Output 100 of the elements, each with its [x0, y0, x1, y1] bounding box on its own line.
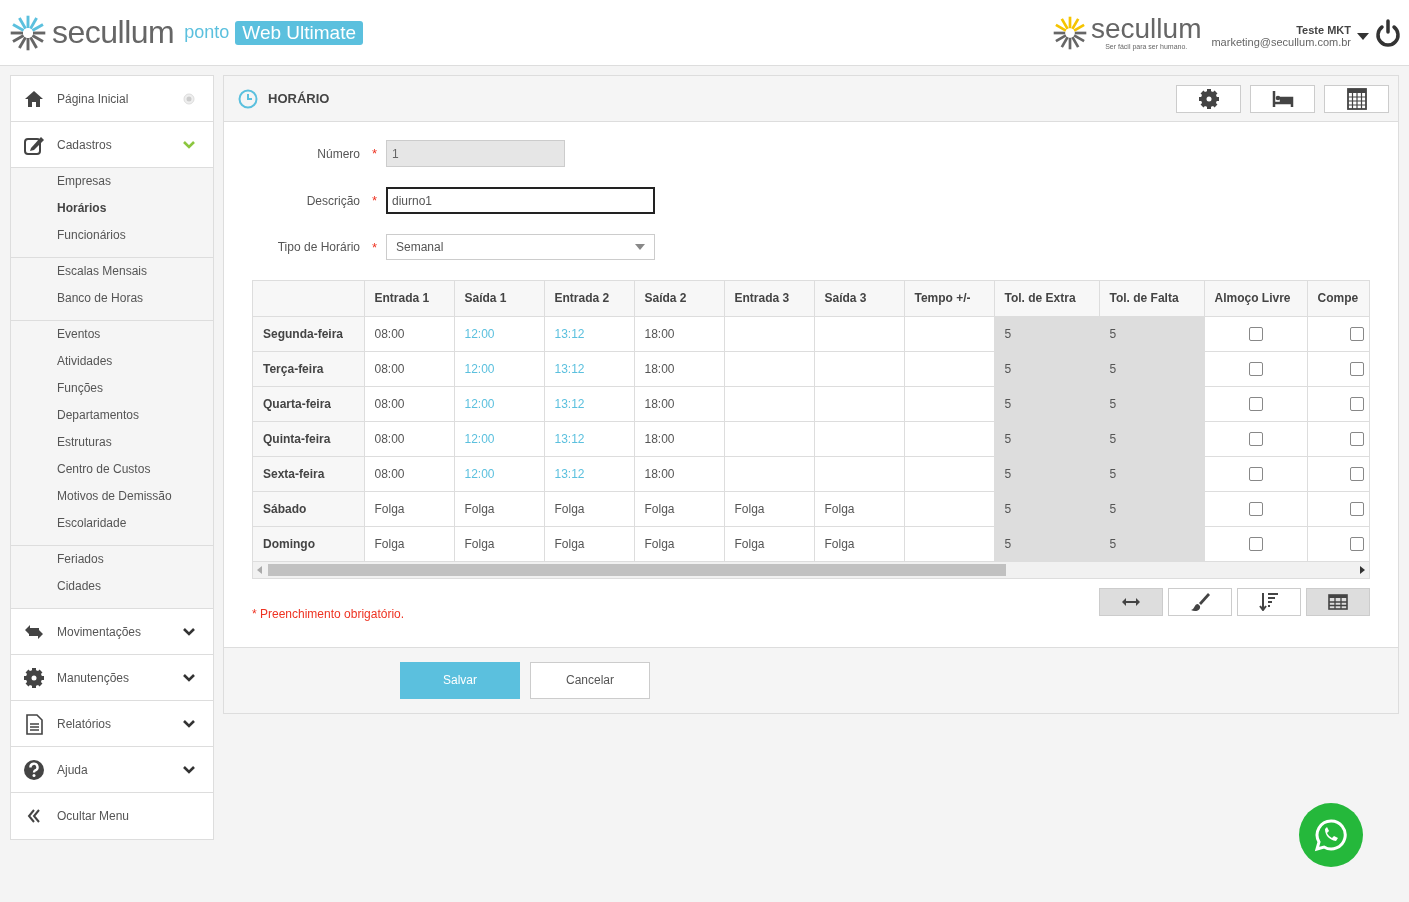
table-cell[interactable]: 08:00	[374, 326, 405, 341]
submenu-item[interactable]: Feriados	[11, 550, 213, 577]
table-cell[interactable]: Folga	[734, 536, 765, 551]
menu-item[interactable]: Relatórios	[11, 701, 213, 747]
checkbox[interactable]	[1248, 326, 1263, 341]
submenu-item[interactable]: Cidades	[11, 577, 213, 604]
checkbox[interactable]	[1349, 396, 1364, 411]
readonly-cell: 5	[1099, 421, 1204, 456]
product-name: ponto	[184, 22, 230, 43]
table-cell[interactable]: Folga	[374, 501, 405, 516]
column-header: Entrada 1	[364, 281, 454, 316]
table-cell[interactable]: 08:00	[374, 466, 405, 481]
column-header: Entrada 3	[724, 281, 814, 316]
menu-item[interactable]: Ajuda	[11, 747, 213, 793]
select-field[interactable]: Semanal	[386, 234, 655, 260]
logo-icon	[10, 14, 46, 51]
power-icon[interactable]	[1375, 18, 1401, 47]
field-label: Tipo de Horário	[276, 240, 361, 254]
edition-badge: Web Ultimate	[235, 20, 363, 45]
submenu-item[interactable]: Eventos	[11, 325, 213, 352]
partner-brand-name: secullum	[1090, 15, 1202, 43]
submenu-item[interactable]: Centro de Custos	[11, 460, 213, 487]
submenu-item[interactable]: Banco de Horas	[11, 289, 213, 316]
user-name: Teste MKT	[1296, 23, 1351, 36]
table-cell[interactable]: 18:00	[644, 466, 675, 481]
submenu-item[interactable]: Motivos de Demissão	[11, 487, 213, 514]
checkbox[interactable]	[1349, 466, 1364, 481]
checkbox[interactable]	[1349, 431, 1364, 446]
submenu-item[interactable]: Funcionários	[11, 226, 213, 253]
settings-button[interactable]	[1176, 84, 1241, 113]
table-cell[interactable]: 18:00	[644, 431, 675, 446]
readonly-cell: 5	[994, 526, 1099, 561]
checkbox[interactable]	[1248, 501, 1263, 516]
column-header: Almoço Livre	[1204, 281, 1307, 316]
checkbox[interactable]	[1349, 501, 1364, 516]
table-cell[interactable]: 18:00	[644, 326, 675, 341]
caret-icon[interactable]	[1357, 33, 1369, 40]
submenu-item[interactable]: Estruturas	[11, 433, 213, 460]
checkbox[interactable]	[1248, 536, 1263, 551]
required-mark: *	[372, 146, 378, 161]
checkbox[interactable]	[1349, 326, 1364, 341]
checkbox[interactable]	[1349, 536, 1364, 551]
radio-icon	[183, 92, 195, 105]
calendar-grid-button[interactable]	[1324, 84, 1389, 113]
checkbox[interactable]	[1248, 396, 1263, 411]
checkbox[interactable]	[1248, 466, 1263, 481]
submenu-item[interactable]: Escalas Mensais	[11, 262, 213, 289]
readonly-cell: 5	[994, 421, 1099, 456]
submenu-item[interactable]: Horários	[11, 199, 213, 226]
sort-icon	[1259, 592, 1279, 611]
menu-item[interactable]: Movimentações	[11, 609, 213, 655]
checkbox[interactable]	[1248, 361, 1263, 376]
submenu-item[interactable]: Empresas	[11, 172, 213, 199]
brand-name: secullum	[52, 14, 175, 51]
table-cell[interactable]: Folga	[644, 536, 675, 551]
submenu-item[interactable]: Escolaridade	[11, 514, 213, 541]
table-cell[interactable]: 08:00	[374, 361, 405, 376]
menu-item[interactable]: Manutenções	[11, 655, 213, 701]
submenu-item[interactable]: Atividades	[11, 352, 213, 379]
table-cell[interactable]: 08:00	[374, 396, 405, 411]
brush-button[interactable]	[1168, 587, 1232, 616]
table-cell[interactable]: Folga	[734, 501, 765, 516]
phone-bubble-icon	[1314, 818, 1348, 852]
scroll-right-icon[interactable]	[1360, 565, 1365, 574]
column-header: Saída 2	[634, 281, 724, 316]
readonly-cell: 5	[994, 491, 1099, 526]
checkbox[interactable]	[1248, 431, 1263, 446]
table-cell[interactable]: 08:00	[374, 431, 405, 446]
scroll-thumb[interactable]	[268, 563, 1007, 576]
submenu-item[interactable]: Departamentos	[11, 406, 213, 433]
table-cell[interactable]: Folga	[824, 536, 855, 551]
table-cell[interactable]: Folga	[464, 536, 495, 551]
table-cell[interactable]: Folga	[374, 536, 405, 551]
row-header: Domingo	[253, 526, 364, 561]
table-button[interactable]	[1306, 587, 1370, 616]
bed-button[interactable]	[1250, 84, 1315, 113]
menu-item[interactable]: Ocultar Menu	[11, 793, 213, 839]
table-icon	[1328, 593, 1348, 610]
cancel-button[interactable]: Cancelar	[530, 661, 650, 699]
readonly-cell: 5	[994, 386, 1099, 421]
document-icon	[23, 712, 45, 735]
checkbox[interactable]	[1349, 361, 1364, 376]
table-cell[interactable]: Folga	[824, 501, 855, 516]
text-field[interactable]: diurno1	[386, 187, 655, 214]
table-cell[interactable]: 18:00	[644, 361, 675, 376]
readonly-cell: 5	[1099, 386, 1204, 421]
readonly-cell: 5	[1099, 456, 1204, 491]
table-cell[interactable]: Folga	[464, 501, 495, 516]
scroll-left-icon[interactable]	[257, 565, 262, 574]
horizontal-arrows-button[interactable]	[1099, 587, 1163, 616]
menu-item[interactable]: Página Inicial	[11, 76, 213, 122]
table-cell[interactable]: Folga	[644, 501, 675, 516]
sort-button[interactable]	[1237, 587, 1301, 616]
submenu-item[interactable]: Funções	[11, 379, 213, 406]
column-header: Entrada 2	[544, 281, 634, 316]
required-note: * Preenchimento obrigatório.	[252, 606, 405, 621]
readonly-cell: 5	[1099, 316, 1204, 351]
table-cell[interactable]: 18:00	[644, 396, 675, 411]
table-cell[interactable]: Folga	[554, 501, 585, 516]
table-cell[interactable]: Folga	[554, 536, 585, 551]
